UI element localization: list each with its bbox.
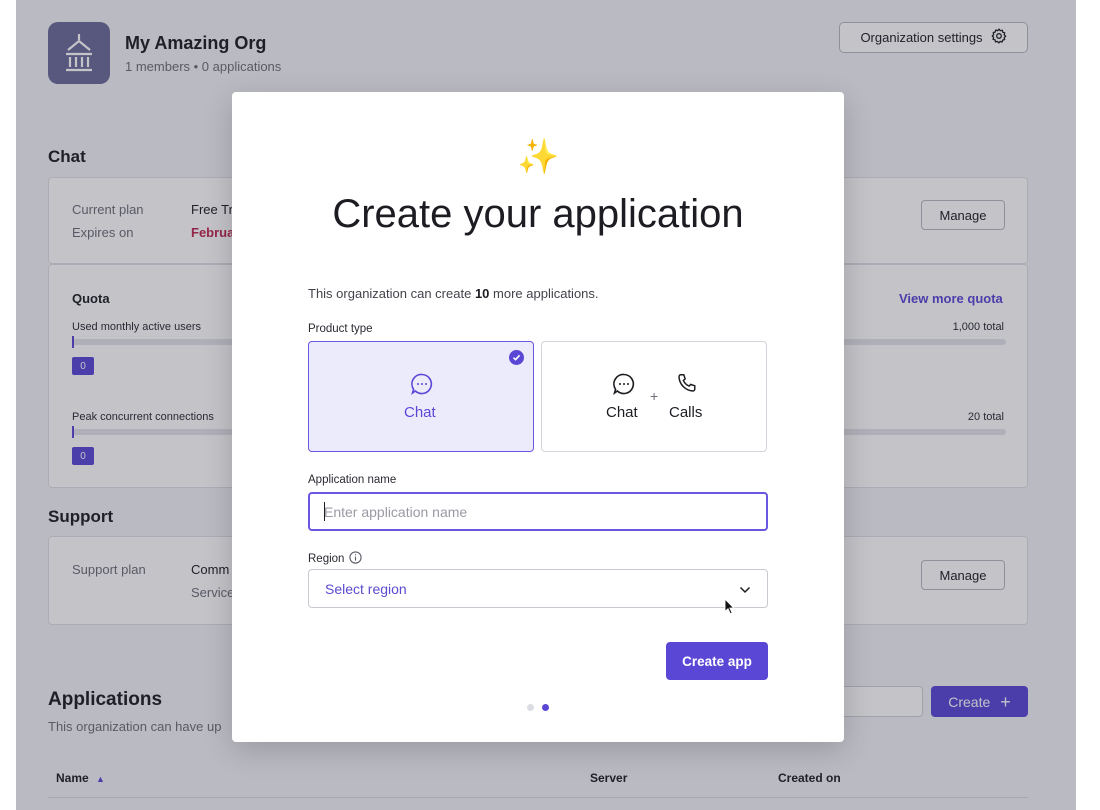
product-type-chat-option[interactable]: Chat — [308, 341, 534, 452]
chevron-down-icon — [739, 581, 751, 597]
info-icon[interactable] — [349, 551, 363, 567]
intro-suffix: more applications. — [489, 286, 599, 301]
chat-bubble-icon — [612, 372, 636, 401]
region-select-value: Select region — [325, 580, 407, 597]
create-app-button[interactable]: Create app — [666, 642, 768, 680]
phone-icon — [676, 372, 698, 399]
product-type-label: Product type — [308, 323, 373, 335]
region-label-row: Region — [308, 551, 363, 567]
modal-intro-text: This organization can create 10 more app… — [308, 286, 599, 301]
chat-option-label: Chat — [404, 404, 436, 421]
step-indicator-1 — [527, 704, 534, 711]
check-icon — [509, 350, 524, 365]
chat-calls-option-chat-label: Chat — [606, 404, 638, 421]
sparkles-icon: ✨ — [517, 138, 560, 176]
application-name-label: Application name — [308, 474, 397, 486]
application-name-input[interactable] — [308, 492, 768, 531]
region-select[interactable]: Select region — [308, 569, 768, 608]
region-label: Region — [308, 553, 345, 565]
mouse-cursor-icon — [724, 597, 735, 620]
plus-separator: + — [650, 388, 659, 404]
step-indicator-2 — [542, 704, 549, 711]
modal-title: Create your application — [332, 192, 744, 236]
intro-count: 10 — [474, 286, 490, 301]
intro-prefix: This organization can create — [308, 286, 475, 301]
chat-calls-option-calls-label: Calls — [669, 404, 703, 421]
product-type-chat-calls-option[interactable]: + Chat Calls — [541, 341, 767, 452]
text-caret — [324, 502, 325, 521]
chat-bubble-icon — [410, 372, 434, 401]
